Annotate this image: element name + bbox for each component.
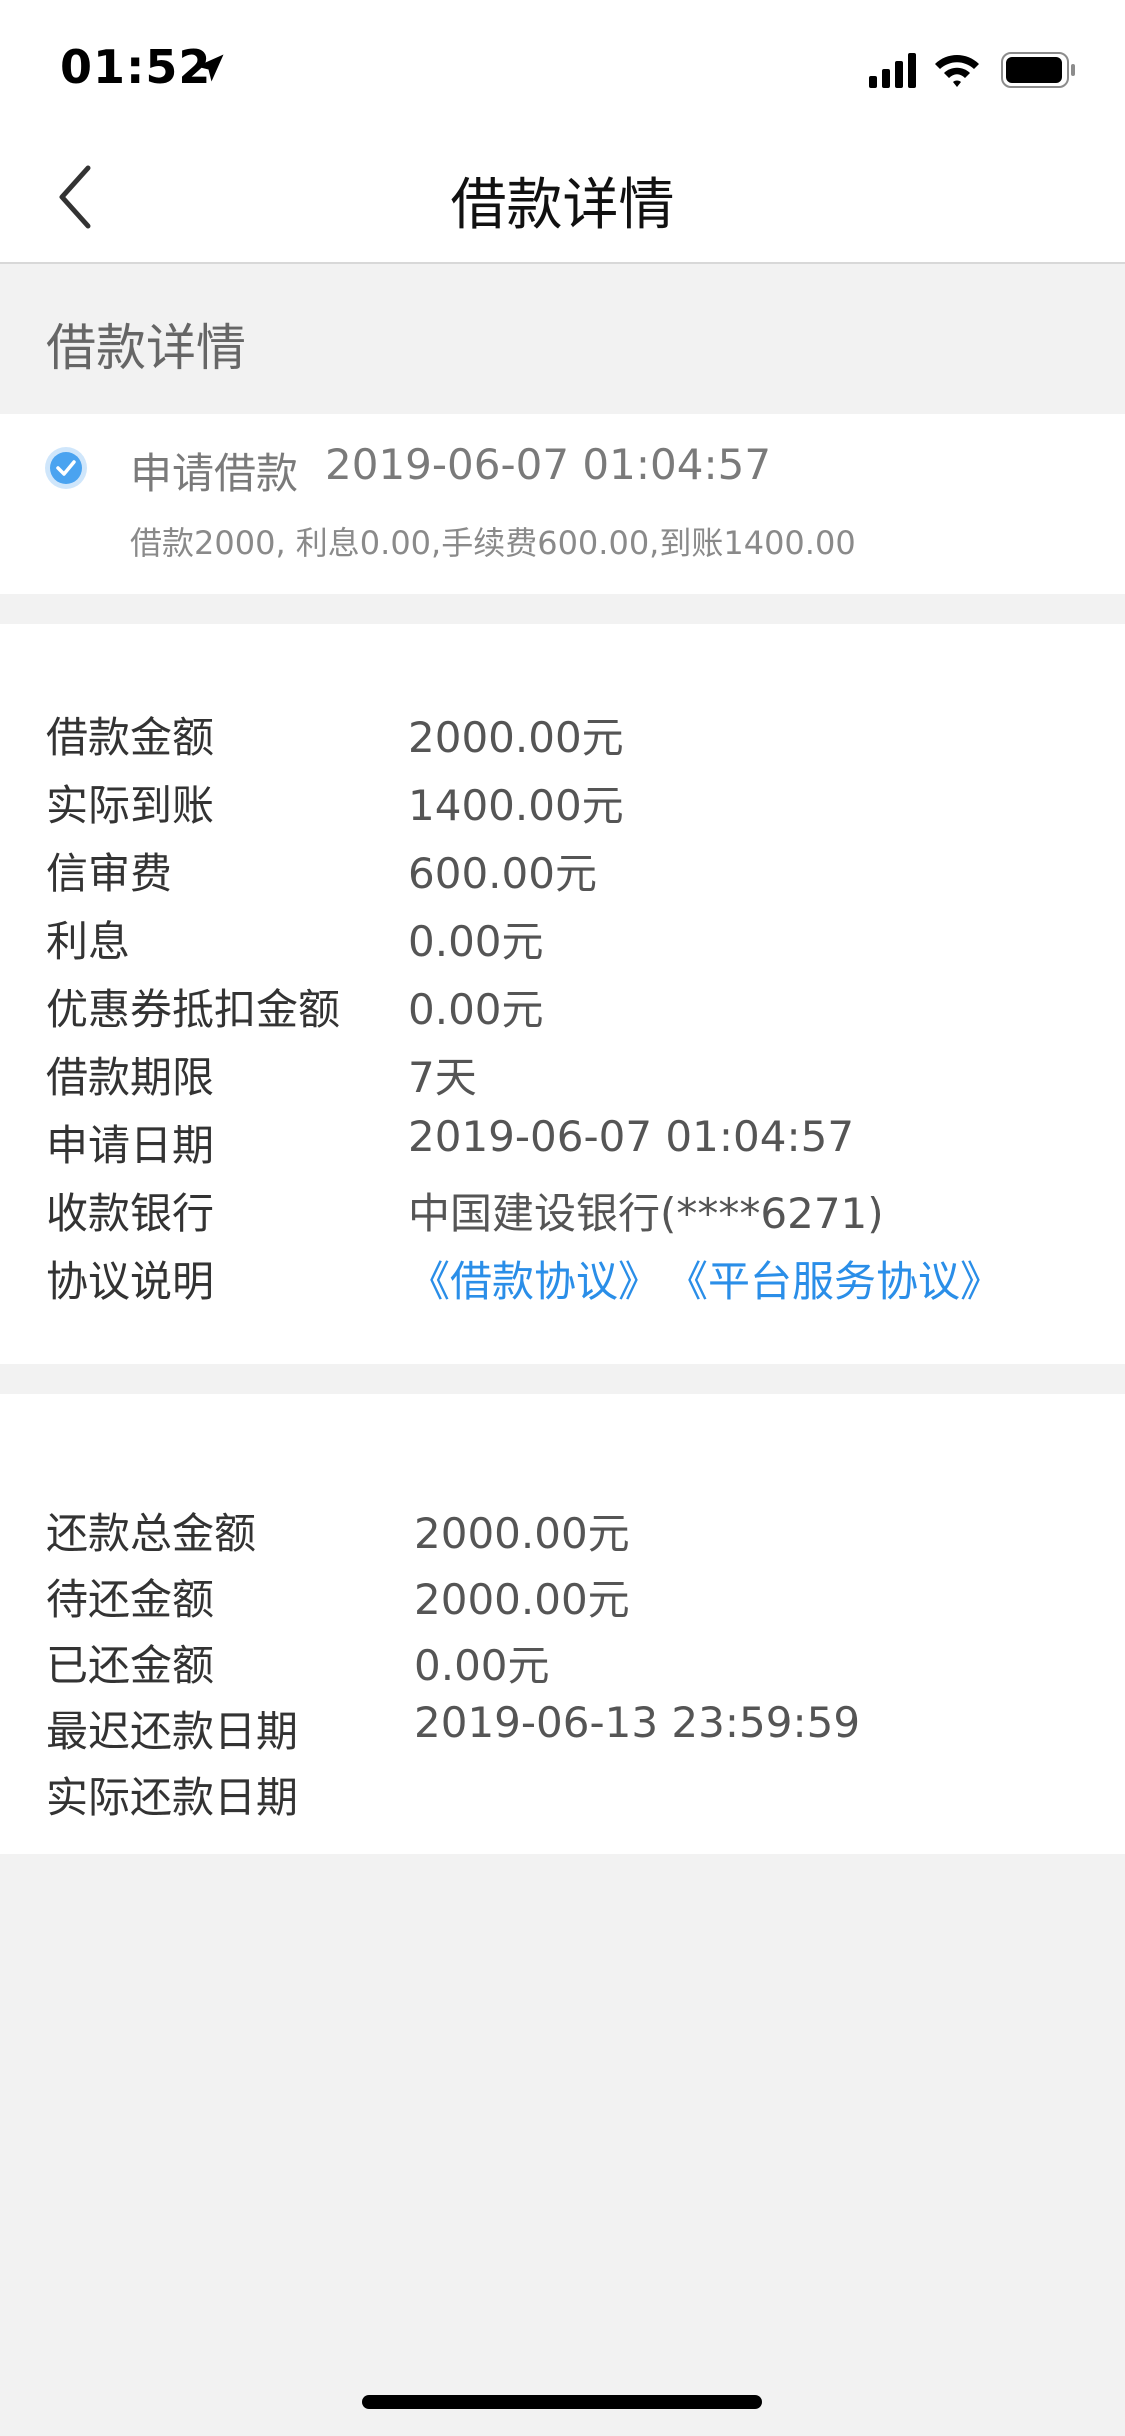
- detail-label: 最迟还款日期: [46, 1707, 299, 1756]
- repay-row-pending: 待还金额 2000.00元: [0, 1566, 1125, 1634]
- event-time: 2019-06-07 01:04:57: [325, 440, 772, 489]
- nav-bar: 借款详情: [0, 132, 1125, 264]
- section-header: 借款详情: [0, 264, 1125, 414]
- detail-row-apply-date: 申请日期 2019-06-07 01:04:57: [0, 1112, 1125, 1180]
- detail-row-agreements: 协议说明 《借款协议》 《平台服务协议》: [0, 1248, 1125, 1316]
- page-title: 借款详情: [450, 173, 675, 238]
- detail-label: 还款总金额: [46, 1509, 257, 1558]
- detail-value: 1400.00元: [408, 781, 624, 830]
- detail-label: 利息: [46, 917, 131, 966]
- repay-row-actual-date: 实际还款日期: [0, 1764, 1125, 1832]
- wifi-icon: [935, 55, 979, 87]
- repay-row-deadline: 最迟还款日期 2019-06-13 23:59:59: [0, 1698, 1125, 1766]
- signal-icon: [869, 53, 916, 88]
- detail-row-interest: 利息 0.00元: [0, 908, 1125, 976]
- detail-value: 中国建设银行(****6271): [408, 1189, 884, 1238]
- detail-label: 收款银行: [46, 1189, 215, 1238]
- detail-row-coupon-deduction: 优惠券抵扣金额 0.00元: [0, 976, 1125, 1044]
- detail-label: 借款期限: [46, 1053, 215, 1102]
- repay-row-total: 还款总金额 2000.00元: [0, 1500, 1125, 1568]
- detail-label: 申请日期: [46, 1121, 215, 1170]
- battery-icon: [1001, 52, 1075, 88]
- location-arrow-icon: [196, 54, 224, 82]
- detail-value: 600.00元: [408, 849, 597, 898]
- detail-value: 7天: [408, 1053, 477, 1102]
- home-indicator[interactable]: [362, 2395, 762, 2409]
- loan-details-card: 借款金额 2000.00元 实际到账 1400.00元 信审费 600.00元 …: [0, 624, 1125, 1364]
- detail-row-loan-term: 借款期限 7天: [0, 1044, 1125, 1112]
- detail-value: 0.00元: [408, 985, 544, 1034]
- status-icons: [869, 52, 1075, 88]
- detail-value: 0.00元: [414, 1641, 550, 1690]
- platform-service-agreement-link[interactable]: 《平台服务协议》: [666, 1248, 1002, 1309]
- detail-value: 2000.00元: [414, 1575, 630, 1624]
- detail-value: 2000.00元: [414, 1509, 630, 1558]
- detail-label: 借款金额: [46, 713, 215, 762]
- detail-label: 协议说明: [46, 1257, 215, 1306]
- loan-agreement-link[interactable]: 《借款协议》: [408, 1248, 660, 1309]
- detail-label: 待还金额: [46, 1575, 215, 1624]
- detail-value: 2000.00元: [408, 713, 624, 762]
- section-title: 借款详情: [46, 319, 246, 377]
- detail-row-review-fee: 信审费 600.00元: [0, 840, 1125, 908]
- detail-row-loan-amount: 借款金额 2000.00元: [0, 704, 1125, 772]
- detail-label: 实际还款日期: [46, 1773, 299, 1822]
- detail-label: 实际到账: [46, 781, 215, 830]
- detail-label: 信审费: [46, 849, 173, 898]
- status-bar: 01:52: [0, 0, 1125, 132]
- detail-row-receiving-bank: 收款银行 中国建设银行(****6271): [0, 1180, 1125, 1248]
- detail-value: 0.00元: [408, 917, 544, 966]
- status-time: 01:52: [60, 40, 212, 94]
- repayment-details-card: 还款总金额 2000.00元 待还金额 2000.00元 已还金额 0.00元 …: [0, 1394, 1125, 1854]
- detail-row-actual-received: 实际到账 1400.00元: [0, 772, 1125, 840]
- check-circle-icon: [45, 447, 87, 489]
- detail-label: 优惠券抵扣金额: [46, 985, 341, 1034]
- event-title: 申请借款: [130, 449, 299, 498]
- repay-row-repaid: 已还金额 0.00元: [0, 1632, 1125, 1700]
- detail-value: 2019-06-07 01:04:57: [408, 1112, 855, 1161]
- event-description: 借款2000, 利息0.00,手续费600.00,到账1400.00: [130, 524, 856, 562]
- detail-value: 2019-06-13 23:59:59: [414, 1698, 861, 1747]
- detail-label: 已还金额: [46, 1641, 215, 1690]
